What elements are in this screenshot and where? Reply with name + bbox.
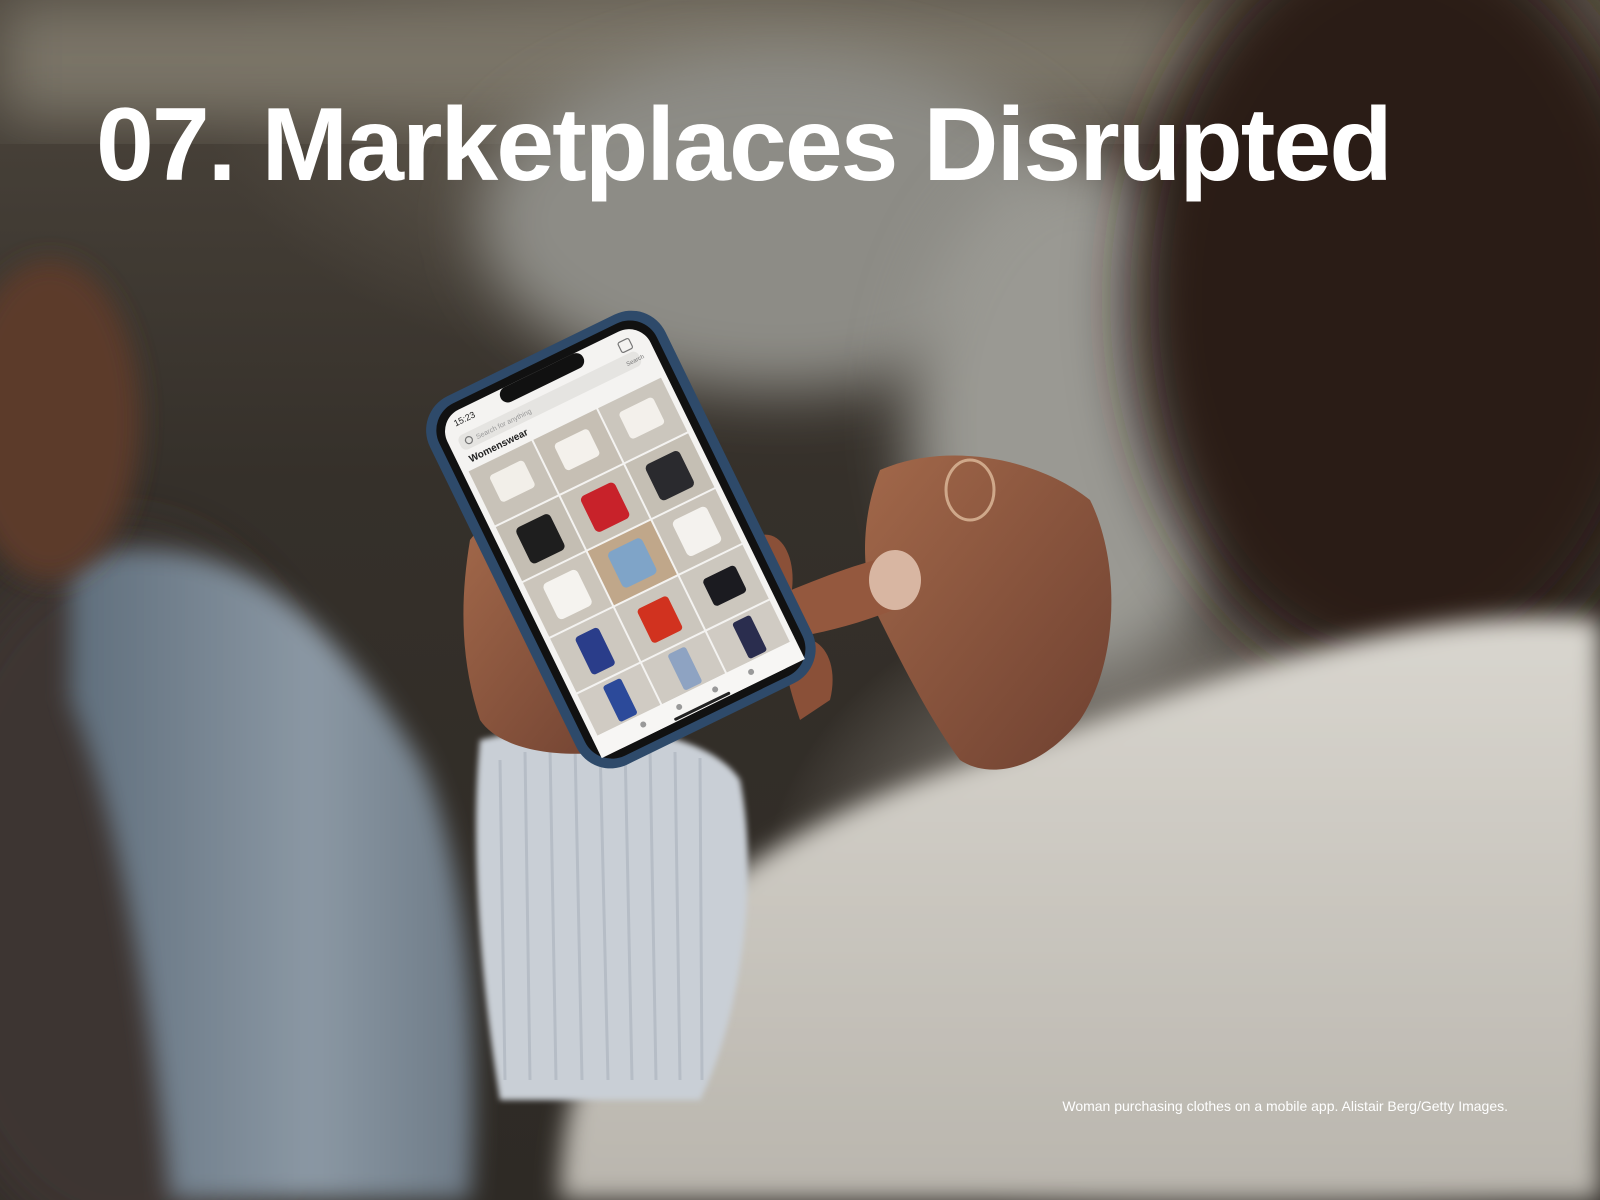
- slide-title: 07. Marketplaces Disrupted: [96, 87, 1393, 203]
- photo-caption: Woman purchasing clothes on a mobile app…: [1062, 1098, 1508, 1114]
- hand-right: [865, 455, 1112, 770]
- foot: [0, 260, 140, 580]
- fingernail: [869, 550, 921, 610]
- photo-slide: 15:23 Search for anything Search Womensw…: [0, 0, 1600, 1200]
- sleeve-left: [476, 728, 748, 1100]
